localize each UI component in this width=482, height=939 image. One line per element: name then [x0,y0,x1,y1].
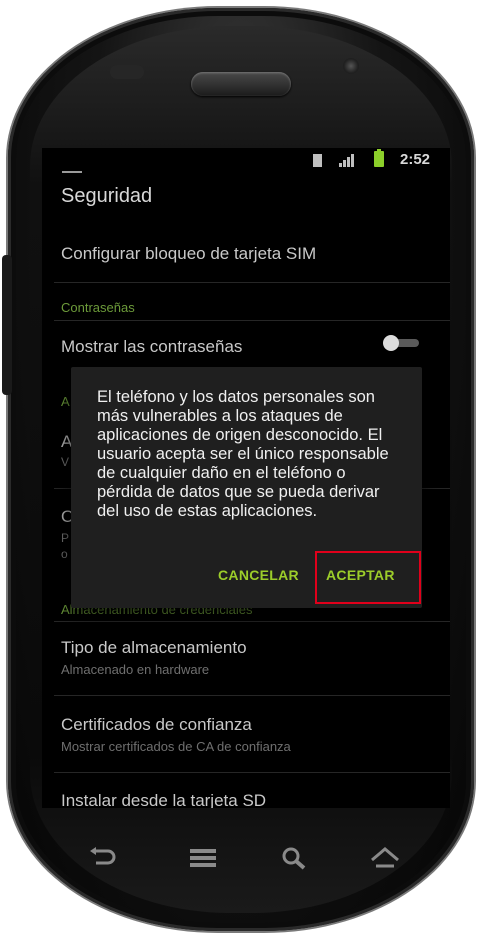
trusted-certificates-subtitle: Mostrar certificados de CA de confianza [61,739,291,754]
search-icon[interactable] [274,840,314,876]
section-header-passwords: Contraseñas [61,300,135,315]
show-passwords-setting[interactable]: Mostrar las contraseñas [61,337,242,357]
page-title: Seguridad [61,185,153,207]
proximity-sensor [110,65,144,79]
battery-icon [374,149,384,167]
divider [54,621,450,622]
front-camera-icon [343,58,359,74]
earpiece-speaker [191,72,291,96]
sim-card-icon [313,154,322,167]
navigation-bar [60,840,420,880]
cancel-button[interactable]: CANCELAR [218,567,299,583]
divider [54,772,450,773]
install-from-sd-setting[interactable]: Instalar desde la tarjeta SD [61,791,266,808]
divider [54,695,450,696]
accept-highlight-box [315,551,421,604]
status-time: 2:52 [400,151,431,168]
hidden-setting-subtitle-2b: o [61,547,68,561]
storage-type-setting[interactable]: Tipo de almacenamiento [61,638,247,658]
trusted-certificates-setting[interactable]: Certificados de confianza [61,715,252,735]
notification-indicator [62,171,82,173]
sim-lock-setting[interactable]: Configurar bloqueo de tarjeta SIM [61,244,316,264]
status-bar: 2:52 [42,148,450,174]
storage-type-subtitle: Almacenado en hardware [61,662,210,677]
back-icon[interactable] [82,840,122,876]
divider [54,320,450,321]
hidden-setting-subtitle: V [61,455,70,469]
volume-button [2,255,12,395]
signal-strength-icon [339,154,355,167]
section-header-hidden: A [61,394,70,409]
show-passwords-toggle[interactable] [383,335,419,351]
dialog-message: El teléfono y los datos personales son m… [97,388,389,520]
home-icon[interactable] [365,840,405,876]
hidden-setting-subtitle-2a: P [61,531,70,545]
menu-icon[interactable] [183,840,223,876]
screen: 2:52 Seguridad Configurar bloqueo de tar… [42,148,450,808]
divider [54,282,450,283]
